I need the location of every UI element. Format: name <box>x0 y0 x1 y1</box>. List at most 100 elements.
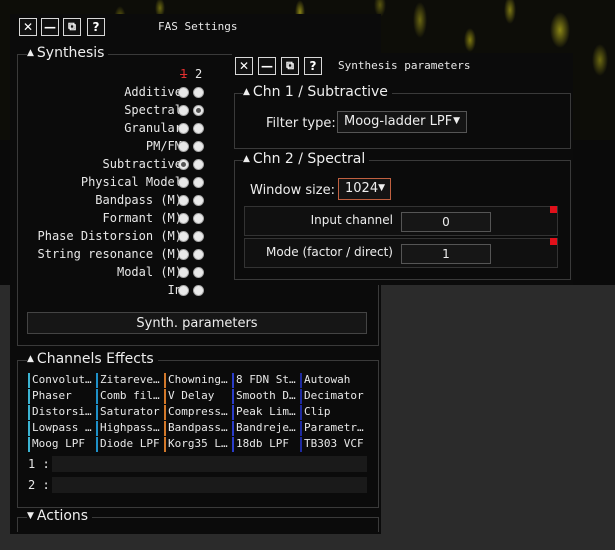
channel-2-radio[interactable] <box>193 177 204 188</box>
channel-1-radio[interactable] <box>178 141 189 152</box>
channel-2-radio[interactable] <box>193 195 204 206</box>
effect-item[interactable]: Saturator <box>96 405 162 420</box>
restore-button[interactable]: ⧉ <box>63 18 81 36</box>
window-size-select[interactable]: 1024 ▼ <box>338 178 391 200</box>
help-button[interactable]: ? <box>87 18 105 36</box>
chn2-header-label: Chn 2 / Spectral <box>252 151 366 167</box>
modulation-indicator[interactable] <box>550 206 557 213</box>
actions-header[interactable]: ▼ Actions <box>27 508 93 524</box>
channel-1-radio[interactable] <box>178 87 189 98</box>
effect-item[interactable]: Autowah <box>300 373 368 388</box>
synthesis-row: Modal (M) <box>10 264 210 282</box>
channel-2-radio[interactable] <box>193 285 204 296</box>
effect-item[interactable]: Parametr… <box>300 421 368 436</box>
chn2-header[interactable]: ▲ Chn 2 / Spectral <box>243 151 370 167</box>
effect-item[interactable]: Decimator <box>300 389 368 404</box>
synthesis-row: In <box>10 282 210 300</box>
close-button[interactable]: ✕ <box>19 18 37 36</box>
modulation-indicator[interactable] <box>550 238 557 245</box>
effect-color-bar <box>28 389 30 404</box>
channel-2-radio[interactable] <box>193 231 204 242</box>
effect-item[interactable]: Comb fil… <box>96 389 162 404</box>
synthesis-row: Bandpass (M) <box>10 192 210 210</box>
channel-2-radio[interactable] <box>193 105 204 116</box>
param-label: Mode (factor / direct) <box>265 245 393 259</box>
channel-1-radio[interactable] <box>178 231 189 242</box>
effect-item[interactable]: Zitareve… <box>96 373 162 388</box>
synthesis-type-label: String resonance (M) <box>37 247 183 261</box>
effect-item[interactable]: Highpass… <box>96 421 162 436</box>
effect-item[interactable]: Clip <box>300 405 368 420</box>
channels-effects-header[interactable]: ▲ Channels Effects <box>27 351 158 367</box>
effect-item[interactable]: Convolut… <box>28 373 94 388</box>
channel-1-radio[interactable] <box>178 249 189 260</box>
channel-1-radio[interactable] <box>178 105 189 116</box>
effect-item[interactable]: V Delay <box>164 389 230 404</box>
synthesis-row: Subtractive <box>10 156 210 174</box>
effect-color-bar <box>96 373 98 388</box>
minimize-button[interactable]: — <box>41 18 59 36</box>
channel-1-effects-slot[interactable] <box>52 456 367 472</box>
collapse-triangle-icon: ▲ <box>243 154 250 164</box>
help-icon: ? <box>309 59 317 73</box>
input-channel-field[interactable]: 0 <box>401 212 491 232</box>
effect-item[interactable]: Diode LPF <box>96 437 162 452</box>
effect-color-bar <box>164 373 166 388</box>
channel-2-radio[interactable] <box>193 159 204 170</box>
synthesis-type-label: Spectral <box>124 103 182 117</box>
synthesis-header[interactable]: ▲ Synthesis <box>27 45 109 61</box>
synthesis-type-label: Granular <box>124 121 182 135</box>
chn1-header-label: Chn 1 / Subtractive <box>252 84 388 100</box>
minimize-button[interactable]: — <box>258 57 276 75</box>
channel-2-radio[interactable] <box>193 141 204 152</box>
filter-type-value: Moog-ladder LPF <box>344 114 453 129</box>
effect-item[interactable]: 18db LPF <box>232 437 298 452</box>
help-button[interactable]: ? <box>304 57 322 75</box>
effect-item[interactable]: Lowpass … <box>28 421 94 436</box>
effect-item[interactable]: Moog LPF <box>28 437 94 452</box>
channel-1-radio[interactable] <box>178 285 189 296</box>
effect-item[interactable]: 8 FDN St… <box>232 373 298 388</box>
effect-item[interactable]: Phaser <box>28 389 94 404</box>
close-icon: ✕ <box>238 59 250 73</box>
channel-2-radio[interactable] <box>193 123 204 134</box>
channel-1-radio[interactable] <box>178 195 189 206</box>
effect-item[interactable]: Distorsi… <box>28 405 94 420</box>
mode-field[interactable]: 1 <box>401 244 491 264</box>
close-button[interactable]: ✕ <box>235 57 253 75</box>
synth-parameters-label: Synth. parameters <box>136 315 258 331</box>
effect-item[interactable]: Peak Lim… <box>232 405 298 420</box>
channel-1-radio[interactable] <box>178 159 189 170</box>
collapse-triangle-icon: ▲ <box>27 354 34 364</box>
channel-2-radio[interactable] <box>193 267 204 278</box>
channel-2-radio[interactable] <box>193 249 204 260</box>
minimize-icon: — <box>261 59 273 73</box>
channel-2-radio[interactable] <box>193 213 204 224</box>
channel-1-radio[interactable] <box>178 213 189 224</box>
effect-color-bar <box>300 437 302 452</box>
effect-item[interactable]: Bandpass… <box>164 421 230 436</box>
effect-color-bar <box>96 405 98 420</box>
channel-2-radio[interactable] <box>193 87 204 98</box>
filter-type-select[interactable]: Moog-ladder LPF ▼ <box>337 111 467 133</box>
synthesis-row: Phase Distorsion (M) <box>10 228 210 246</box>
effect-item[interactable]: Chowning… <box>164 373 230 388</box>
chn1-header[interactable]: ▲ Chn 1 / Subtractive <box>243 84 392 100</box>
channel-1-radio[interactable] <box>178 267 189 278</box>
channel-2-effects-slot[interactable] <box>52 477 367 493</box>
effect-item[interactable]: Bandreje… <box>232 421 298 436</box>
param-mode: Mode (factor / direct) 1 <box>244 238 558 268</box>
channel-1-radio[interactable] <box>178 177 189 188</box>
effect-label: Compress… <box>168 405 228 418</box>
effect-color-bar <box>164 421 166 436</box>
synth-parameters-button[interactable]: Synth. parameters <box>27 312 367 334</box>
synthesis-params-title-bar: ✕ — ⧉ ? Synthesis parameters <box>232 53 573 81</box>
help-icon: ? <box>92 20 100 34</box>
effect-item[interactable]: TB303 VCF <box>300 437 368 452</box>
channel-1-radio[interactable] <box>178 123 189 134</box>
restore-button[interactable]: ⧉ <box>281 57 299 75</box>
effect-item[interactable]: Compress… <box>164 405 230 420</box>
effect-item[interactable]: Korg35 L… <box>164 437 230 452</box>
effect-item[interactable]: Smooth D… <box>232 389 298 404</box>
synthesis-row: Formant (M) <box>10 210 210 228</box>
